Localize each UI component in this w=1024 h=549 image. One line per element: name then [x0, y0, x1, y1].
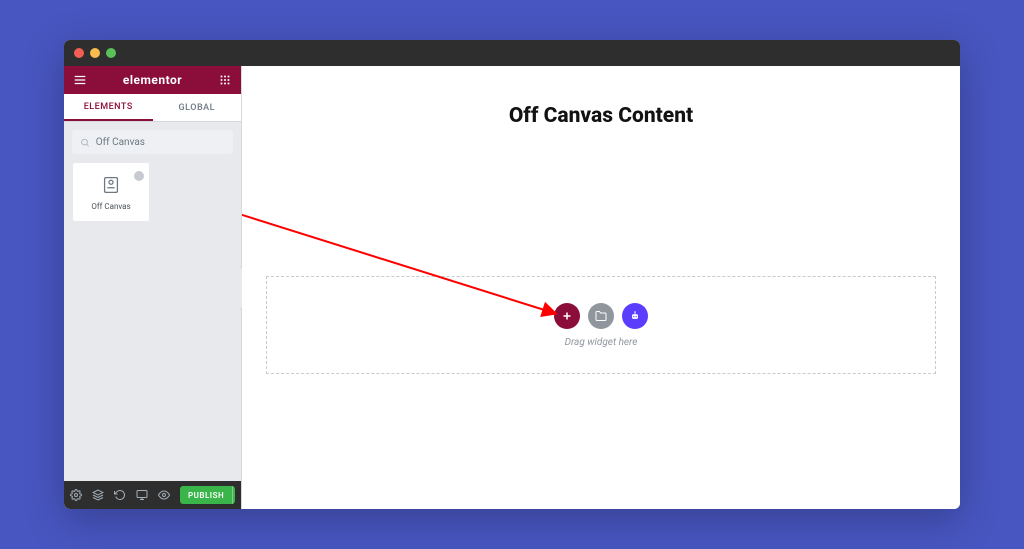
add-section-button[interactable] — [554, 303, 580, 329]
preview-icon[interactable] — [158, 489, 170, 501]
app: elementor ELEMENTS GLOBAL — [64, 66, 960, 509]
sidebar-tabs: ELEMENTS GLOBAL — [64, 94, 241, 122]
off-canvas-icon — [100, 174, 122, 196]
publish-options-caret[interactable] — [232, 486, 235, 504]
hamburger-icon[interactable] — [72, 72, 88, 88]
search-icon — [80, 137, 90, 148]
tab-elements[interactable]: ELEMENTS — [64, 94, 153, 121]
sidebar-header: elementor — [64, 66, 241, 94]
history-icon[interactable] — [114, 489, 126, 501]
widget-off-canvas[interactable]: Off Canvas — [72, 162, 150, 222]
premium-badge-icon — [133, 167, 145, 179]
window-titlebar — [64, 40, 960, 66]
plus-icon — [561, 310, 573, 322]
widget-list: Off Canvas — [64, 162, 241, 222]
search-input[interactable] — [96, 137, 225, 148]
publish-button-label: PUBLISH — [180, 491, 232, 500]
navigator-icon[interactable] — [92, 489, 104, 501]
window-maximize-icon[interactable] — [106, 48, 116, 58]
dropzone-hint: Drag widget here — [565, 337, 638, 348]
editor-canvas[interactable]: Off Canvas Content Drag widget here — [242, 66, 960, 509]
window-close-icon[interactable] — [74, 48, 84, 58]
brand-label: elementor — [123, 73, 182, 87]
settings-icon[interactable] — [70, 489, 82, 501]
robot-icon — [628, 309, 642, 323]
browser-window: elementor ELEMENTS GLOBAL — [64, 40, 960, 509]
add-plugin-button[interactable] — [622, 303, 648, 329]
window-minimize-icon[interactable] — [90, 48, 100, 58]
folder-icon — [595, 310, 607, 322]
sidebar-footer: PUBLISH — [64, 481, 241, 509]
publish-button[interactable]: PUBLISH — [180, 486, 235, 504]
page-title: Off Canvas Content — [242, 104, 960, 128]
widget-search[interactable] — [72, 130, 233, 154]
dropzone-actions — [554, 303, 648, 329]
apps-grid-icon[interactable] — [217, 72, 233, 88]
new-section-dropzone[interactable]: Drag widget here — [266, 276, 936, 374]
tab-global[interactable]: GLOBAL — [153, 94, 242, 121]
widget-card-label: Off Canvas — [91, 202, 130, 211]
elementor-sidebar: elementor ELEMENTS GLOBAL — [64, 66, 242, 509]
responsive-icon[interactable] — [136, 489, 148, 501]
add-template-button[interactable] — [588, 303, 614, 329]
